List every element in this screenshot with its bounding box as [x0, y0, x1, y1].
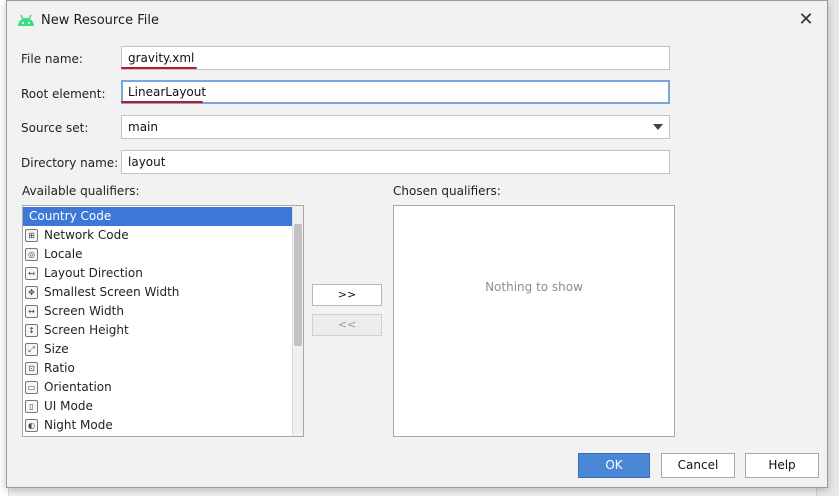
file-name-field[interactable]: gravity.xml — [121, 46, 670, 70]
dialog-title: New Resource File — [41, 13, 159, 28]
qualifier-item[interactable]: ▭ Orientation — [23, 378, 293, 397]
ratio-icon: ⊡ — [25, 362, 38, 375]
qualifier-item-label: Layout Direction — [44, 266, 143, 280]
annotation-underline-file-name — [121, 67, 197, 69]
available-qualifiers-label: Available qualifiers: — [22, 184, 140, 198]
smallest-screen-width-icon: ✥ — [25, 286, 38, 299]
root-element-field[interactable]: LinearLayout — [121, 80, 670, 104]
remove-qualifier-button[interactable]: << — [312, 314, 382, 336]
directory-name-label: Directory name: — [21, 156, 119, 170]
scrollbar[interactable] — [292, 206, 303, 436]
qualifier-item[interactable]: Country Code — [23, 207, 293, 226]
chosen-qualifiers-list[interactable]: Nothing to show — [393, 205, 675, 437]
qualifier-item[interactable]: ↤ Layout Direction — [23, 264, 293, 283]
qualifier-item-label: Network Code — [44, 228, 129, 242]
qualifier-item[interactable]: ◐ Night Mode — [23, 416, 293, 435]
qualifier-item-label: Night Mode — [44, 418, 113, 432]
ok-button[interactable]: OK — [578, 453, 650, 478]
network-code-icon: ⊞ — [25, 229, 38, 242]
chosen-qualifiers-label: Chosen qualifiers: — [393, 184, 501, 198]
directory-name-field[interactable]: layout — [121, 150, 670, 174]
qualifier-item-label: Orientation — [44, 380, 112, 394]
empty-state-text: Nothing to show — [485, 280, 583, 294]
screen-height-icon: ↕ — [25, 324, 38, 337]
layout-direction-icon: ↤ — [25, 267, 38, 280]
qualifier-item-label: Locale — [44, 247, 83, 261]
qualifier-item[interactable]: ✥ Smallest Screen Width — [23, 283, 293, 302]
qualifier-item-label: Screen Height — [44, 323, 129, 337]
chevron-down-icon — [653, 124, 663, 130]
qualifier-item[interactable]: ⤢ Size — [23, 340, 293, 359]
qualifier-item-label: Ratio — [44, 361, 75, 375]
qualifier-item[interactable]: ⊞ Network Code — [23, 226, 293, 245]
annotation-underline-root-element — [121, 101, 203, 103]
file-name-label: File name: — [21, 52, 83, 66]
close-icon[interactable]: ✕ — [795, 9, 817, 31]
qualifier-item[interactable]: ▯ UI Mode — [23, 397, 293, 416]
scroll-thumb[interactable] — [294, 224, 302, 346]
new-resource-file-dialog: New Resource File ✕ File name: gravity.x… — [6, 0, 828, 488]
qualifier-item-label: Screen Width — [44, 304, 124, 318]
available-qualifiers-list[interactable]: ◐ Night Mode ▯ UI Mode ▭ Orientation ⊡ Ratio ⤢ Si… — [22, 205, 304, 437]
add-qualifier-button[interactable]: >> — [312, 284, 382, 306]
android-icon — [18, 14, 34, 26]
qualifier-item[interactable]: ◎ Locale — [23, 245, 293, 264]
ui-mode-icon: ▯ — [25, 400, 38, 413]
qualifier-item-label: Country Code — [29, 209, 112, 223]
orientation-icon: ▭ — [25, 381, 38, 394]
size-icon: ⤢ — [25, 343, 38, 356]
night-mode-icon: ◐ — [25, 419, 38, 432]
source-set-dropdown[interactable]: main — [121, 115, 670, 139]
help-button[interactable]: Help — [745, 453, 819, 478]
screen-width-icon: ↔ — [25, 305, 38, 318]
qualifier-item-label: Smallest Screen Width — [44, 285, 180, 299]
qualifier-item[interactable]: ↔ Screen Width — [23, 302, 293, 321]
qualifier-item[interactable]: ↕ Screen Height — [23, 321, 293, 340]
qualifier-item[interactable]: ⊡ Ratio — [23, 359, 293, 378]
source-set-value: main — [128, 120, 158, 134]
qualifier-item-label: UI Mode — [44, 399, 93, 413]
source-set-label: Source set: — [21, 121, 89, 135]
root-element-label: Root element: — [21, 87, 106, 101]
cancel-button[interactable]: Cancel — [661, 453, 735, 478]
qualifier-item-label: Size — [44, 342, 69, 356]
title-bar: New Resource File ✕ — [7, 1, 827, 39]
locale-icon: ◎ — [25, 248, 38, 261]
